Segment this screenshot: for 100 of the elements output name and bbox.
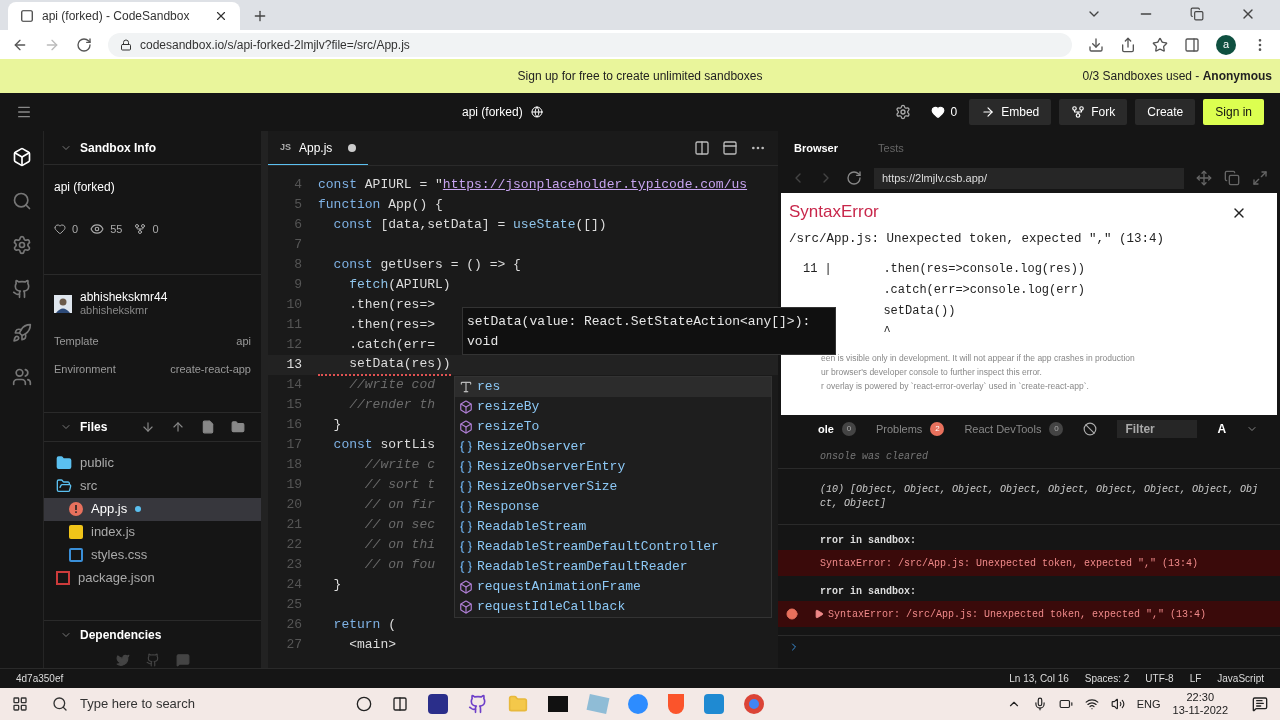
wifi-icon[interactable] xyxy=(1084,697,1099,711)
console-tab[interactable]: React DevTools 0 xyxy=(964,420,1064,438)
status-item[interactable]: Ln 13, Col 16 xyxy=(1009,671,1069,686)
line-number: 23 xyxy=(285,556,303,575)
code-line: // on thi xyxy=(363,536,436,555)
settings-icon[interactable] xyxy=(894,104,911,120)
line-number: 16 xyxy=(285,416,303,435)
volume-icon[interactable] xyxy=(1110,697,1125,711)
css-file-icon xyxy=(69,548,83,562)
restore-icon[interactable] xyxy=(1190,7,1204,21)
split-icon[interactable] xyxy=(694,140,710,156)
field-value: create-react-app xyxy=(170,362,251,377)
heart-icon[interactable] xyxy=(930,105,945,119)
preview-icon[interactable] xyxy=(722,140,738,156)
search-icon xyxy=(11,191,32,211)
sandbox-name: api (forked) xyxy=(53,179,116,196)
status-item[interactable]: LF xyxy=(1189,671,1202,686)
activity-item[interactable] xyxy=(11,147,32,167)
file-tree-item[interactable]: index.js xyxy=(44,520,261,544)
taskbar-search[interactable]: Type here to search xyxy=(40,688,340,720)
start-icon[interactable] xyxy=(12,696,28,712)
language-indicator[interactable]: ENG xyxy=(1136,695,1161,713)
download-icon[interactable] xyxy=(141,419,155,434)
file-tree-item[interactable]: public xyxy=(44,451,261,475)
close-icon[interactable] xyxy=(214,9,228,23)
clear-icon[interactable] xyxy=(1083,422,1098,436)
header-button[interactable]: Fork xyxy=(1059,99,1128,125)
cube-icon xyxy=(11,147,32,167)
header-button[interactable]: Create xyxy=(1135,99,1196,125)
line-number: 24 xyxy=(285,576,303,595)
console-tab[interactable]: ole 0 xyxy=(818,420,856,438)
new-folder-icon[interactable] xyxy=(231,419,245,434)
expand-icon[interactable] xyxy=(814,609,824,619)
code-line: .then(res=> xyxy=(348,316,436,335)
side-panel-icon[interactable] xyxy=(1184,36,1200,53)
cortana-icon[interactable] xyxy=(356,696,372,712)
file-tree-item[interactable]: package.json xyxy=(44,566,261,590)
header-button[interactable]: Embed xyxy=(969,99,1052,125)
address-bar[interactable]: codesandbox.io/s/api-forked-2lmjlv?file=/src/App.js xyxy=(108,32,1072,57)
suggestion-item[interactable]: resizeBy xyxy=(455,397,771,417)
suggestion-item[interactable]: resizeTo xyxy=(455,417,771,437)
code-line: // sort t xyxy=(363,476,436,495)
notification-icon[interactable] xyxy=(1252,696,1268,712)
status-item[interactable]: JavaScript xyxy=(1217,671,1264,686)
field-label: Template xyxy=(54,333,99,349)
bookmark-icon[interactable] xyxy=(1152,36,1168,53)
menu-icon[interactable] xyxy=(16,104,32,120)
line-number: 22 xyxy=(285,536,303,555)
cube-icon xyxy=(459,600,473,614)
console-tab[interactable]: Problems 2 xyxy=(875,420,945,438)
status-item[interactable]: UTF-8 xyxy=(1145,671,1174,686)
profile-avatar[interactable]: a xyxy=(1216,34,1236,55)
task-view-icon[interactable] xyxy=(392,696,408,712)
upload-icon[interactable] xyxy=(171,419,185,434)
signature-tooltip: setData(value: React.SetStateAction<any[]>): void xyxy=(462,307,836,355)
clock-date[interactable]: 13-11-2022 xyxy=(1172,704,1228,717)
move-icon[interactable] xyxy=(1196,170,1212,186)
mic-icon[interactable] xyxy=(1032,697,1047,711)
clock-time[interactable]: 22:30 xyxy=(1186,691,1215,704)
suggestion-item[interactable]: ResizeObserverSize xyxy=(455,477,771,497)
variable-icon xyxy=(459,540,473,554)
error-icon xyxy=(786,608,798,620)
window-icon[interactable] xyxy=(1252,170,1268,186)
file-tree-item[interactable]: styles.css xyxy=(44,543,261,567)
globe-icon xyxy=(530,106,543,118)
file-tree-item[interactable]: App.js xyxy=(44,497,261,521)
status-item[interactable]: Spaces: 2 xyxy=(1084,671,1130,686)
preview-tab[interactable]: Browser xyxy=(794,140,839,157)
suggestion-item[interactable]: res xyxy=(455,377,771,397)
url-field[interactable]: https://2lmjlv.csb.app/ xyxy=(874,167,1184,189)
filter-field[interactable]: Filter xyxy=(1117,420,1198,438)
new-file-icon[interactable] xyxy=(201,419,215,434)
app-icon[interactable] xyxy=(428,694,448,714)
suggestion-item[interactable]: ReadableStreamDefaultController xyxy=(455,537,771,557)
share-icon[interactable] xyxy=(1120,36,1136,53)
folder-icon xyxy=(56,478,72,494)
suggestion-item[interactable]: Response xyxy=(455,497,771,517)
suggestion-item[interactable]: requestIdleCallback xyxy=(455,597,771,617)
suggestion-item[interactable]: ReadableStream xyxy=(455,517,771,537)
author-name[interactable]: abhishekskmr44 xyxy=(80,290,168,304)
banner-text: Sign up for free to create unlimited sandboxes xyxy=(517,68,763,85)
suggestion-item[interactable]: ReadableStreamDefaultReader xyxy=(455,557,771,577)
github-icon[interactable] xyxy=(468,694,488,714)
line-number: 14 xyxy=(285,376,303,395)
reload-icon[interactable] xyxy=(846,170,862,186)
new-tab-icon[interactable] xyxy=(252,8,268,24)
field-label: Environment xyxy=(54,362,116,377)
battery-icon[interactable] xyxy=(1058,697,1073,711)
suggestion-item[interactable]: ResizeObserverEntry xyxy=(455,457,771,477)
header-button[interactable]: Sign in xyxy=(1203,99,1264,125)
line-number: 4 xyxy=(293,176,303,195)
reload-icon[interactable] xyxy=(76,36,92,53)
font-toggle[interactable]: A xyxy=(1217,420,1227,438)
install-icon[interactable] xyxy=(1088,36,1104,53)
file-tree-item[interactable]: src xyxy=(44,474,261,498)
suggestion-item[interactable]: requestAnimationFrame xyxy=(455,577,771,597)
suggestion-item[interactable]: ResizeObserver xyxy=(455,437,771,457)
page-tab[interactable]: api (forked) - CodeSandbox xyxy=(8,2,240,30)
line-number: 12 xyxy=(285,336,303,355)
copy-icon[interactable] xyxy=(1224,170,1240,186)
